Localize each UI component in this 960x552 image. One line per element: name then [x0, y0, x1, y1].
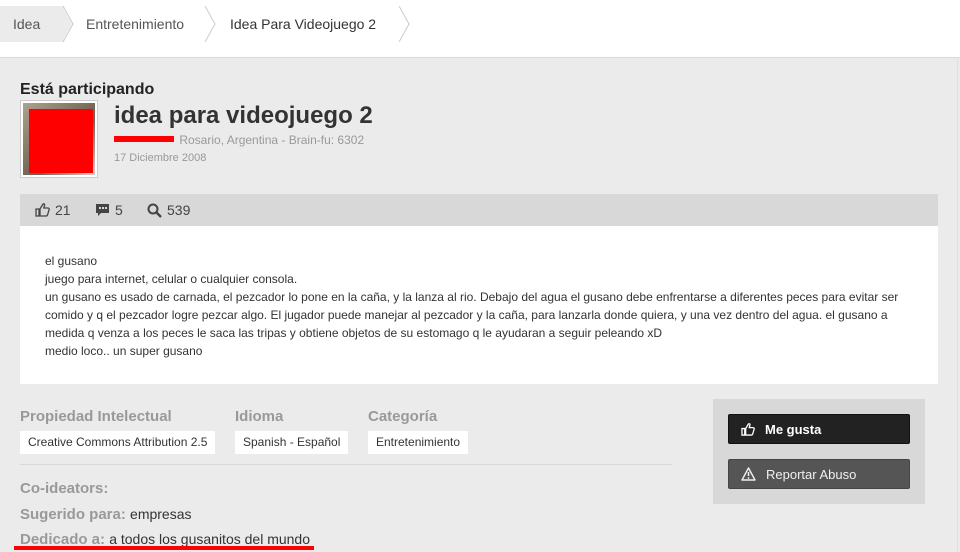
language-label: Idioma: [235, 408, 284, 425]
category-label: Categoría: [368, 408, 438, 425]
avatar[interactable]: [20, 100, 98, 178]
redacted-author-name[interactable]: [114, 135, 174, 142]
stats-bar: 21 5 539: [20, 194, 938, 226]
category-value[interactable]: Entretenimiento: [368, 431, 469, 454]
description-line: un gusano es usado de carnada, el pezcad…: [45, 290, 899, 340]
page-title: idea para videojuego 2: [114, 102, 373, 129]
red-underline-mark: [14, 546, 314, 550]
comments-stat: 5: [95, 194, 123, 226]
likes-count: 21: [55, 202, 71, 218]
author-info: Rosario, Argentina - Brain-fu: 6302: [114, 133, 364, 147]
warning-icon: [741, 467, 756, 481]
views-count: 539: [167, 202, 191, 218]
thumbs-up-icon: [35, 203, 50, 217]
comments-count: 5: [115, 202, 123, 218]
post-date: 17 Diciembre 2008: [114, 152, 207, 164]
thumbs-up-icon: [741, 422, 755, 436]
report-button-label: Reportar Abuso: [766, 466, 857, 482]
participation-status: Está participando: [20, 81, 155, 98]
description-line: juego para internet, celular o cualquier…: [45, 272, 298, 286]
dedicated-value: a todos los gusanitos del mundo: [109, 531, 311, 547]
breadcrumb: Idea Entretenimiento Idea Para Videojueg…: [0, 0, 960, 58]
ip-value[interactable]: Creative Commons Attribution 2.5: [20, 431, 216, 454]
breadcrumb-item-entretenimiento[interactable]: Entretenimiento: [86, 0, 184, 48]
coideators-label: Co-ideators:: [20, 480, 109, 497]
breadcrumb-separator-icon: [398, 6, 412, 42]
like-button[interactable]: Me gusta: [728, 414, 910, 444]
redaction-mark: [29, 109, 93, 173]
likes-stat: 21: [35, 194, 71, 226]
breadcrumb-item-idea[interactable]: Idea: [0, 6, 64, 42]
comment-icon: [96, 204, 109, 216]
views-stat: 539: [147, 194, 190, 226]
ip-label: Propiedad Intelectual: [20, 408, 172, 425]
author-location: Rosario, Argentina - Brain-fu: 6302: [179, 133, 365, 147]
breadcrumb-item-current: Idea Para Videojuego 2: [230, 16, 377, 32]
language-value: Spanish - Español: [235, 431, 349, 454]
suggested-label: Sugerido para:: [20, 506, 126, 523]
breadcrumb-separator-icon: [62, 6, 76, 42]
idea-description: el gusano juego para internet, celular o…: [20, 226, 938, 384]
divider: [20, 464, 672, 465]
report-abuse-button[interactable]: Reportar Abuso: [728, 459, 910, 489]
description-line: medio loco.. un super gusano: [45, 344, 203, 358]
actions-box: Me gusta Reportar Abuso: [713, 399, 925, 504]
breadcrumb-separator-icon: [204, 6, 218, 42]
description-line: el gusano: [45, 254, 98, 268]
search-icon: [147, 203, 162, 218]
like-button-label: Me gusta: [765, 421, 822, 437]
suggested-row: Sugerido para: empresas: [20, 506, 192, 523]
suggested-value: empresas: [130, 506, 192, 522]
